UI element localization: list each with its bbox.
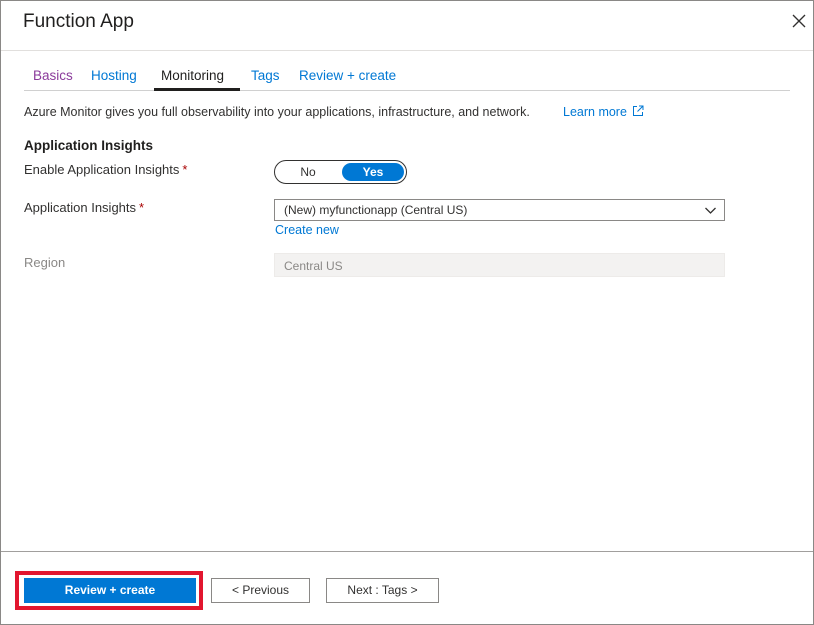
review-create-button[interactable]: Review + create xyxy=(24,578,196,603)
chevron-down-icon xyxy=(705,207,716,214)
monitor-description: Azure Monitor gives you full observabili… xyxy=(24,105,530,119)
create-new-link[interactable]: Create new xyxy=(275,223,339,237)
tab-monitoring[interactable]: Monitoring xyxy=(161,68,224,83)
close-icon[interactable] xyxy=(789,11,809,31)
region-value: Central US xyxy=(284,259,343,273)
external-link-icon[interactable] xyxy=(632,105,644,117)
previous-button[interactable]: < Previous xyxy=(211,578,310,603)
toggle-option-no[interactable]: No xyxy=(276,162,340,182)
enable-app-insights-label: Enable Application Insights * xyxy=(24,162,187,177)
wizard-tabs: Basics Hosting Monitoring Tags Review + … xyxy=(24,65,790,91)
enable-app-insights-toggle[interactable]: No Yes xyxy=(274,160,407,184)
tab-review-create[interactable]: Review + create xyxy=(299,68,396,83)
app-insights-resource-text: Application Insights xyxy=(24,200,137,215)
app-insights-resource-label: Application Insights * xyxy=(24,200,144,215)
app-insights-dropdown[interactable]: (New) myfunctionapp (Central US) xyxy=(274,199,725,221)
tab-hosting[interactable]: Hosting xyxy=(91,68,137,83)
enable-app-insights-text: Enable Application Insights xyxy=(24,162,180,177)
blade-header: Function App xyxy=(1,1,813,51)
region-label: Region xyxy=(24,255,66,270)
function-app-blade: Function App Basics Hosting Monitoring T… xyxy=(0,0,814,625)
app-insights-selected-value: (New) myfunctionapp (Central US) xyxy=(284,203,468,217)
section-title-app-insights: Application Insights xyxy=(24,138,154,153)
active-tab-indicator xyxy=(154,88,240,91)
page-title: Function App xyxy=(23,11,134,32)
toggle-option-yes[interactable]: Yes xyxy=(342,163,404,181)
tab-tags[interactable]: Tags xyxy=(251,68,280,83)
required-asterisk: * xyxy=(182,162,188,177)
tab-basics[interactable]: Basics xyxy=(33,68,73,83)
required-asterisk: * xyxy=(139,200,145,215)
learn-more-link[interactable]: Learn more xyxy=(563,105,627,119)
region-field: Central US xyxy=(274,253,725,277)
next-tags-button[interactable]: Next : Tags > xyxy=(326,578,439,603)
